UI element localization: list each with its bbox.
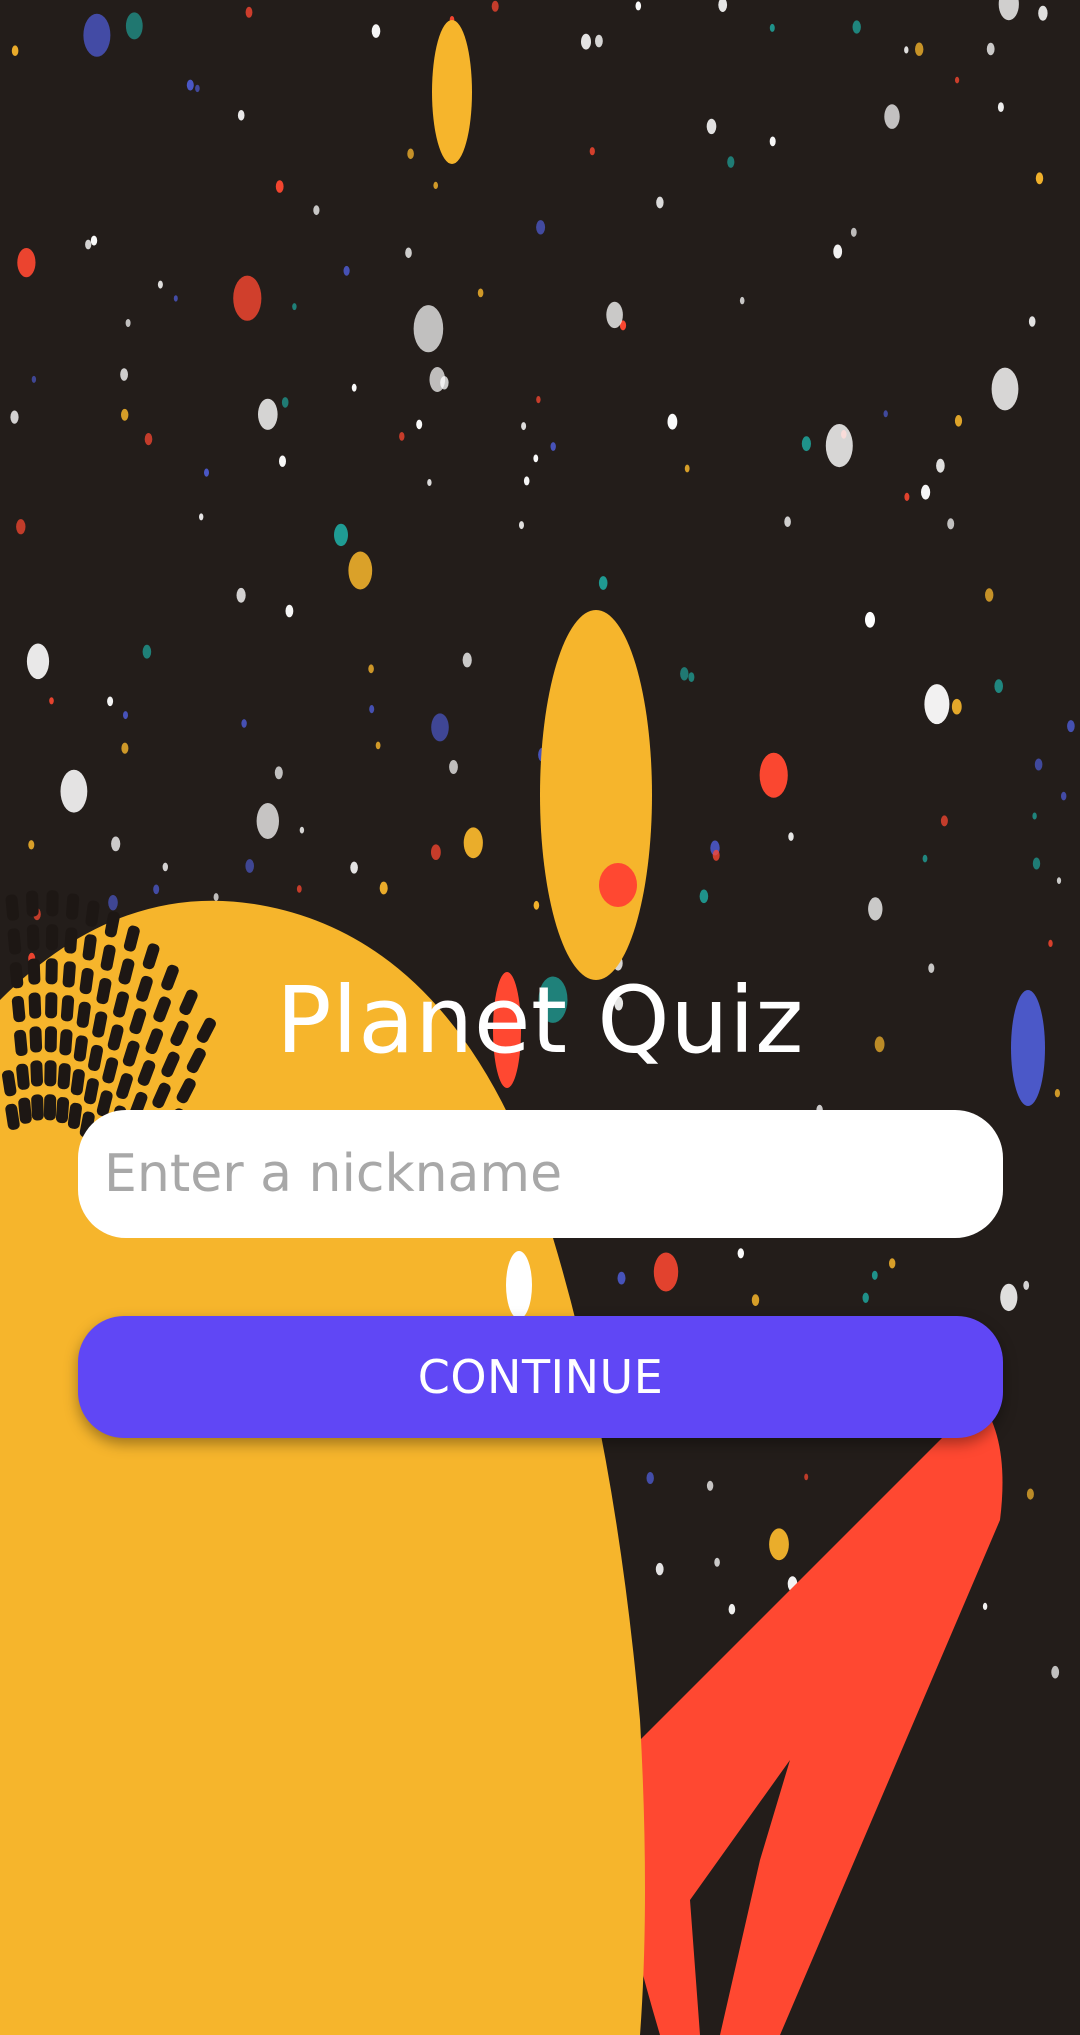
oval-planet — [540, 610, 652, 980]
nickname-input[interactable] — [78, 1110, 1003, 1238]
continue-button[interactable]: CONTINUE — [78, 1316, 1003, 1438]
app-title: Planet Quiz — [276, 967, 804, 1074]
small-moon — [432, 20, 472, 164]
planet-red-spot — [599, 863, 637, 907]
